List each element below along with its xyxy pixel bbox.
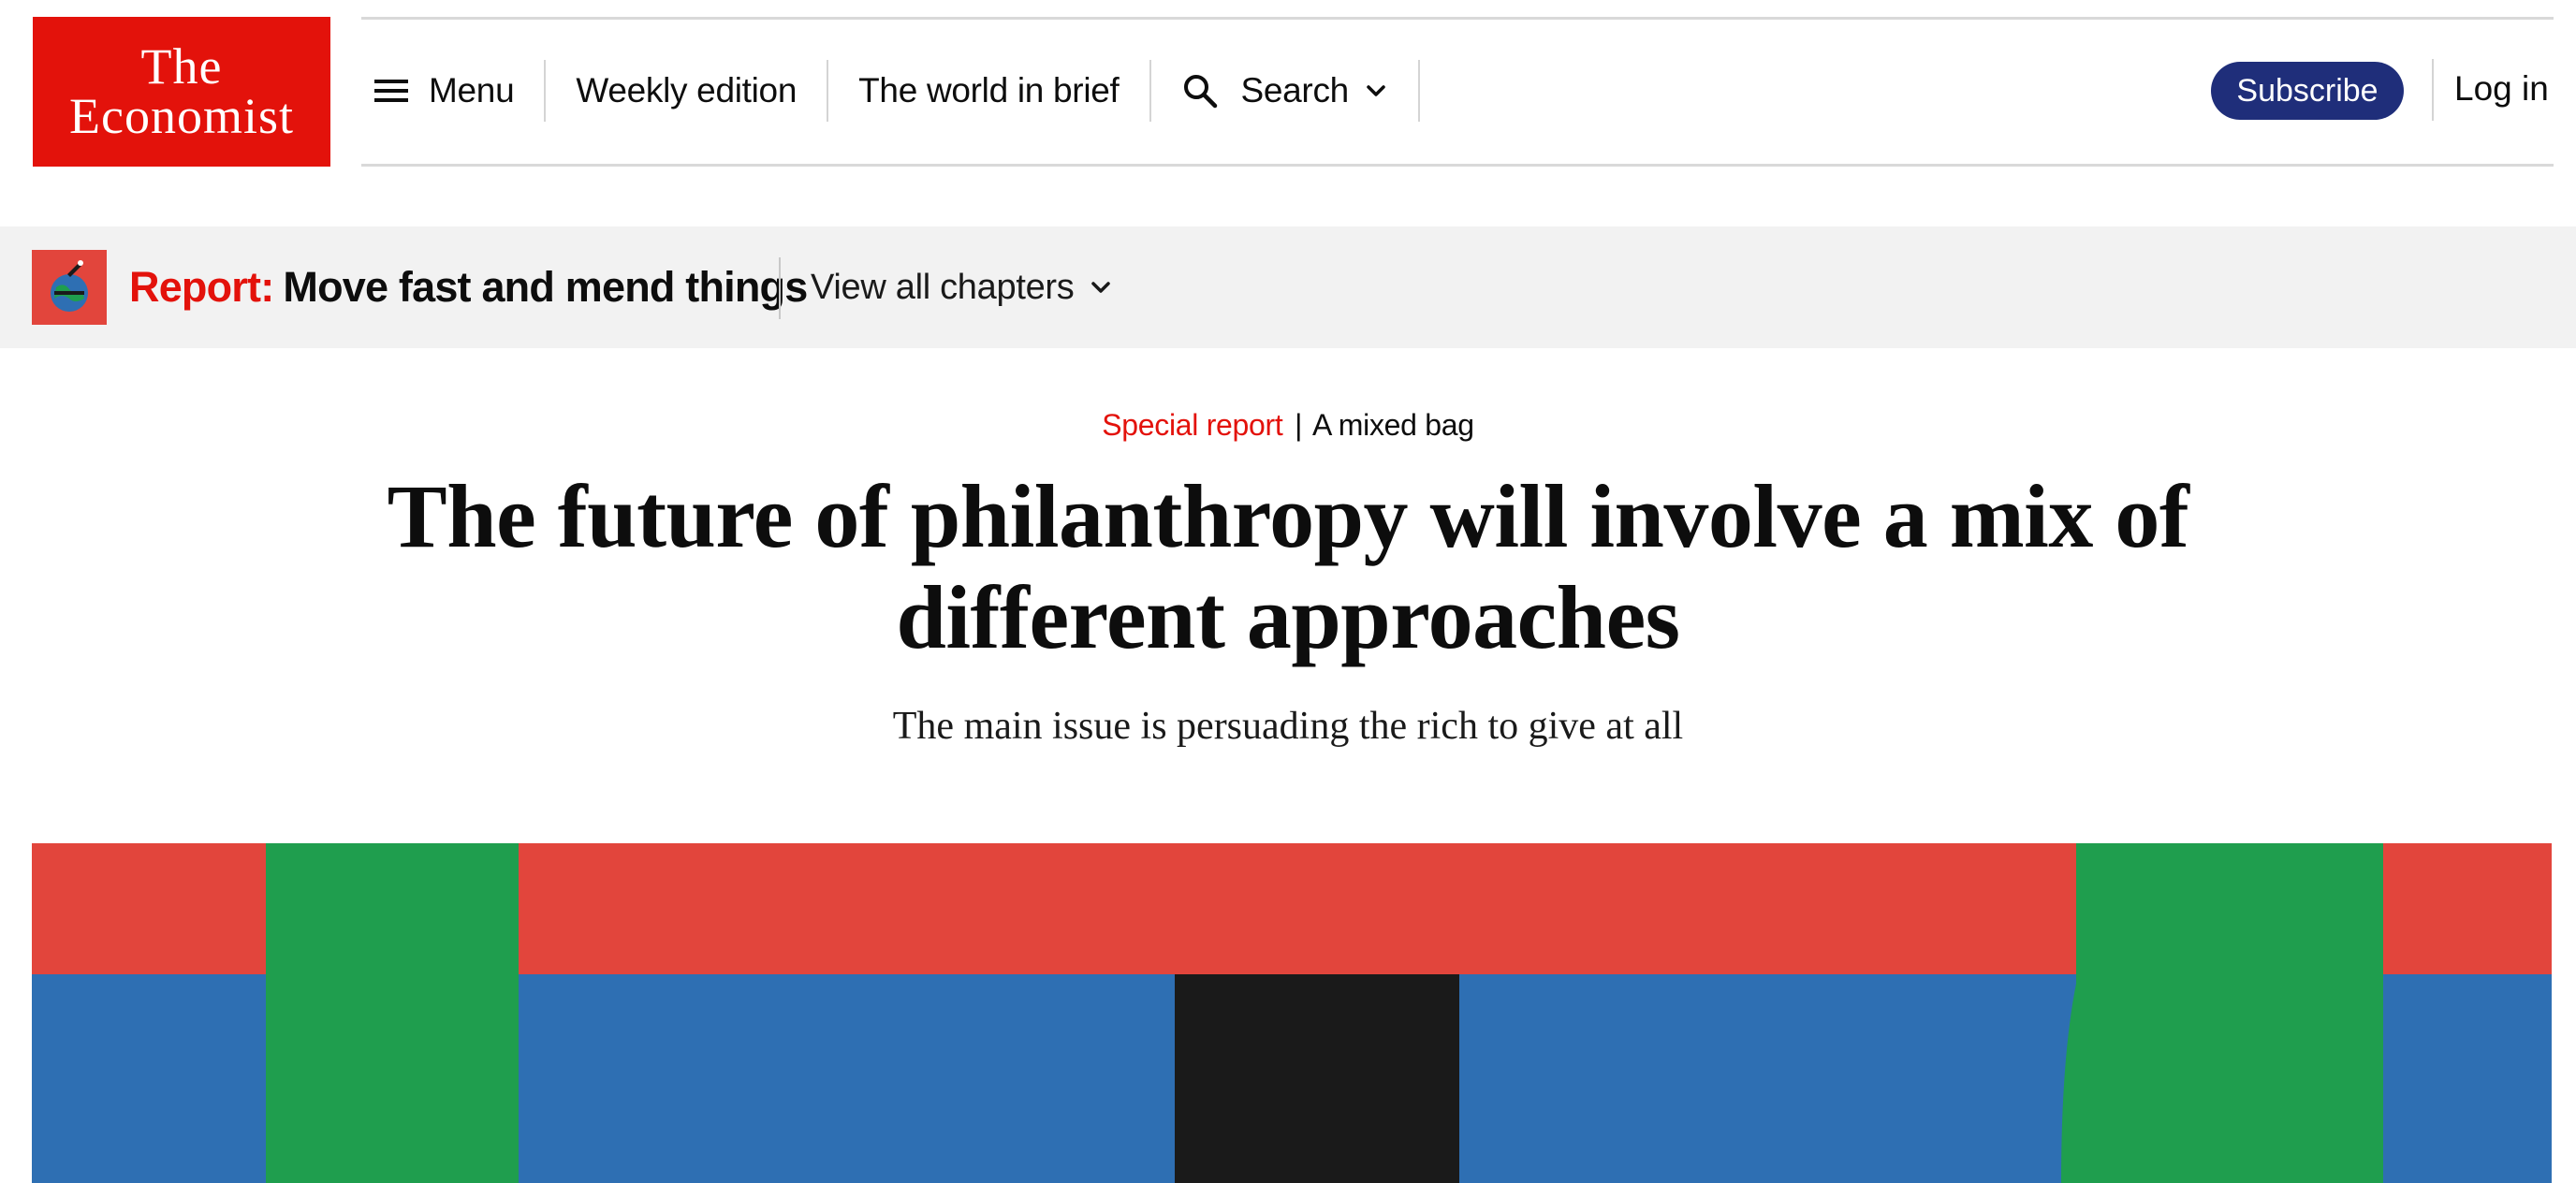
report-separator [779, 257, 781, 319]
search-button[interactable]: Search [1151, 58, 1418, 124]
nav-separator [1417, 60, 1420, 122]
menu-button[interactable]: Menu [361, 58, 544, 124]
view-all-chapters-button[interactable]: View all chapters [811, 255, 1113, 320]
nav-divider-bottom [361, 164, 2554, 167]
menu-label: Menu [429, 71, 515, 110]
masthead: The Economist Menu Weekly edition The wo… [0, 0, 2576, 226]
world-in-brief-link[interactable]: The world in brief [828, 58, 1149, 124]
nav-separator [2432, 59, 2434, 121]
nav-divider-top [361, 17, 2554, 20]
search-icon [1183, 75, 1217, 109]
article-headline: The future of philanthropy will involve … [387, 466, 2189, 667]
login-link[interactable]: Log in [2454, 58, 2549, 120]
article-kicker: Special report | A mixed bag [0, 408, 2576, 443]
article-standfirst: The main issue is persuading the rich to… [892, 705, 1684, 748]
report-title-link[interactable]: Report: Move fast and mend things [129, 255, 808, 320]
report-title: Move fast and mend things [283, 263, 808, 311]
subscribe-button[interactable]: Subscribe [2211, 62, 2404, 120]
search-label: Search [1240, 71, 1350, 110]
logo-line-2: Economist [69, 88, 294, 144]
chevron-down-icon [1091, 282, 1111, 293]
chapters-label: View all chapters [811, 267, 1075, 307]
section-link[interactable]: Special report [1102, 408, 1283, 442]
report-prefix: Report: [129, 263, 274, 311]
globe-illustration-icon [32, 250, 107, 325]
report-banner: Report: Move fast and mend things View a… [0, 226, 2576, 348]
weekly-edition-link[interactable]: Weekly edition [546, 58, 827, 124]
chevron-down-icon [1367, 85, 1385, 96]
report-thumbnail[interactable] [32, 250, 107, 325]
article-rubric: A mixed bag [1311, 408, 1474, 442]
hero-illustration [32, 843, 2552, 1183]
primary-nav: Menu Weekly edition The world in brief S… [361, 58, 1420, 124]
economist-logo[interactable]: The Economist [33, 17, 330, 167]
hamburger-icon [374, 78, 408, 104]
kicker-separator: | [1295, 408, 1303, 442]
hero-image [32, 843, 2552, 1183]
logo-line-1: The [140, 38, 223, 95]
